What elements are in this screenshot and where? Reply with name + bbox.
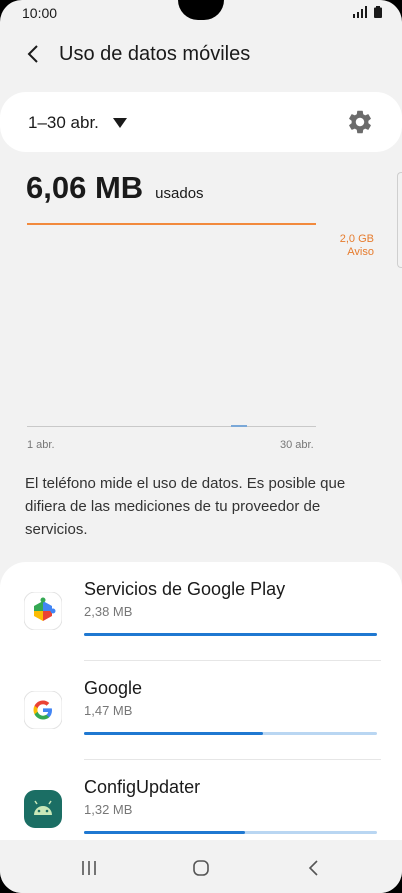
usage-bar-fill — [84, 732, 263, 735]
app-size: 1,32 MB — [84, 802, 133, 817]
back-arrow-icon[interactable] — [24, 42, 44, 66]
usage-bar-fill — [84, 831, 246, 834]
app-item-configupdater[interactable]: ConfigUpdater 1,32 MB — [0, 760, 402, 840]
google-g-icon — [24, 691, 62, 729]
warning-text: Aviso — [347, 246, 374, 258]
google-play-services-icon — [24, 592, 62, 630]
app-item-google-play-services[interactable]: Servicios de Google Play 2,38 MB — [0, 562, 402, 662]
navigation-bar — [0, 845, 402, 893]
app-item-google[interactable]: Google 1,47 MB — [0, 661, 402, 761]
phone-screen: 10:00 Uso de datos móviles 1–30 abr. 6,0… — [0, 0, 402, 893]
info-text: El teléfono mide el uso de datos. Es pos… — [25, 475, 346, 538]
dropdown-triangle-icon — [112, 118, 127, 128]
status-time: 10:00 — [22, 5, 58, 21]
usage-bar — [84, 633, 377, 636]
app-bar: Uso de datos móviles — [0, 30, 402, 80]
warning-threshold-line[interactable] — [27, 223, 316, 225]
battery-icon — [374, 6, 382, 18]
x-axis-end-label: 30 abr. — [280, 439, 314, 451]
status-icons — [352, 6, 382, 18]
app-list: Servicios de Google Play 2,38 MB Google … — [0, 562, 402, 840]
scroll-indicator[interactable] — [397, 172, 402, 268]
app-size: 2,38 MB — [84, 604, 133, 619]
usage-bar — [84, 831, 377, 834]
usage-summary: 6,06 MB usados — [26, 170, 204, 210]
app-name: Google — [84, 678, 143, 698]
nav-back-icon[interactable] — [307, 859, 321, 877]
page-title: Uso de datos móviles — [59, 43, 251, 65]
app-size: 1,47 MB — [84, 703, 133, 718]
recent-apps-icon[interactable] — [80, 859, 98, 877]
android-icon — [24, 790, 62, 828]
app-name: Servicios de Google Play — [84, 579, 286, 599]
home-icon[interactable] — [192, 859, 210, 877]
camera-notch — [178, 0, 224, 20]
usage-bar — [84, 732, 377, 735]
usage-value: 6,06 MB — [26, 170, 144, 205]
usage-chart: 2,0 GB Aviso 1 abr. 30 abr. — [0, 215, 402, 455]
period-label: 1–30 abr. — [28, 113, 99, 132]
warning-value: 2,0 GB — [339, 233, 374, 245]
status-bar: 10:00 — [0, 0, 402, 26]
chart-baseline — [27, 426, 316, 427]
period-selector[interactable]: 1–30 abr. — [28, 112, 127, 134]
period-row: 1–30 abr. — [0, 92, 402, 152]
app-name: ConfigUpdater — [84, 777, 201, 797]
signal-icon — [353, 6, 367, 18]
gear-icon[interactable] — [346, 108, 374, 136]
usage-label: usados — [155, 185, 204, 202]
usage-bar-fill — [84, 633, 377, 636]
usage-line — [231, 425, 247, 427]
x-axis-start-label: 1 abr. — [27, 439, 55, 451]
warning-label: 2,0 GB Aviso — [340, 233, 374, 259]
